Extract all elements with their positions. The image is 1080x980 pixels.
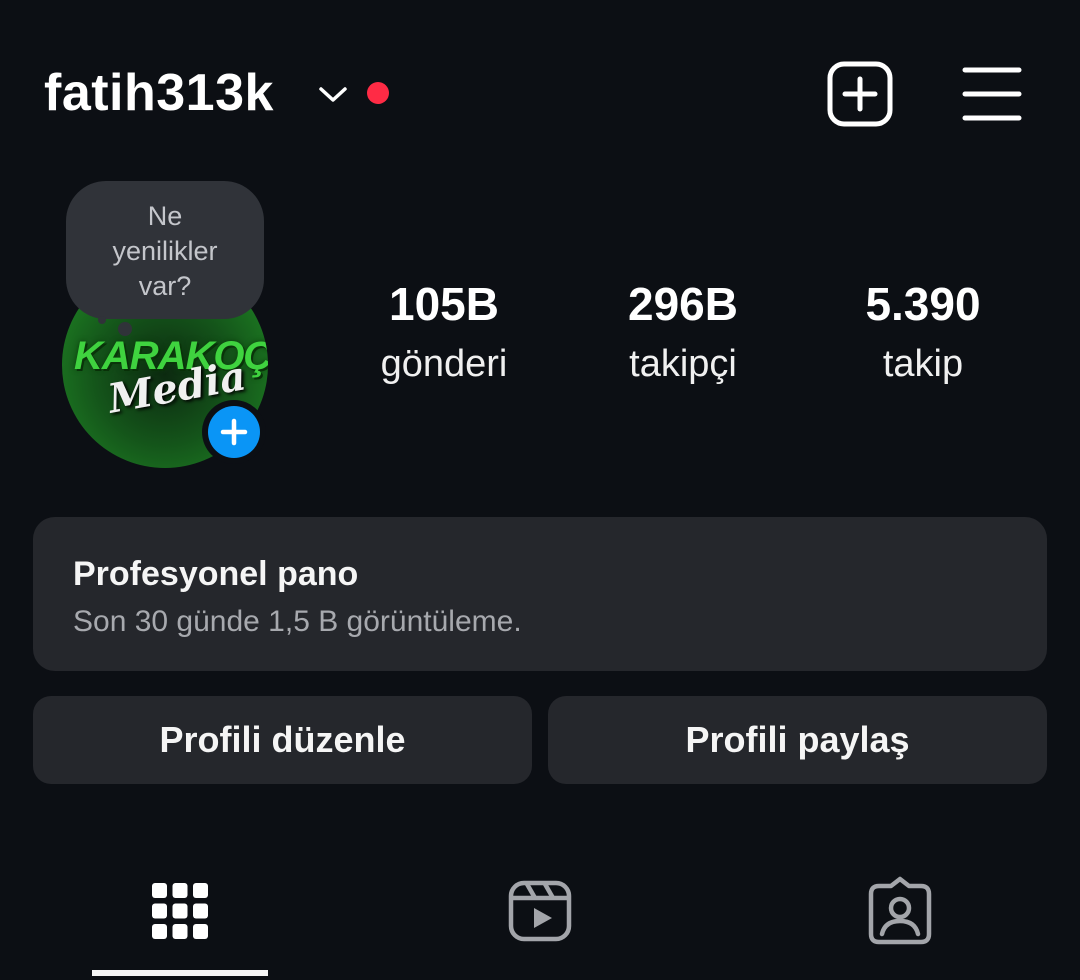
- add-story-button[interactable]: [202, 400, 266, 464]
- stat-posts[interactable]: 105B gönderi: [344, 278, 544, 388]
- stat-posts-count: 105B: [389, 278, 499, 330]
- stat-followers-count: 296B: [628, 278, 738, 330]
- notification-dot: [367, 82, 389, 104]
- note-tail-dot: [118, 322, 132, 336]
- menu-icon[interactable]: [960, 62, 1024, 126]
- dashboard-title: Profesyonel pano: [73, 555, 359, 593]
- chevron-down-icon[interactable]: [316, 80, 350, 108]
- note-bubble[interactable]: Ne yenilikler var?: [66, 181, 264, 319]
- dashboard-subtitle: Son 30 günde 1,5 B görüntüleme.: [73, 605, 522, 638]
- username[interactable]: fatih313k: [44, 58, 274, 128]
- new-post-icon[interactable]: [826, 60, 894, 128]
- stat-posts-label: gönderi: [380, 343, 508, 385]
- professional-dashboard-card[interactable]: Profesyonel pano Son 30 günde 1,5 B görü…: [33, 517, 1047, 671]
- profile-screen: fatih313k KARAKOÇ Media Ne yenilikler va…: [0, 0, 1080, 980]
- stat-following[interactable]: 5.390 takip: [823, 278, 1023, 388]
- stat-followers-label: takipçi: [629, 343, 737, 385]
- stat-following-label: takip: [882, 343, 964, 385]
- note-tail-dot-small: [98, 316, 106, 324]
- note-line-3: var?: [138, 271, 192, 301]
- tagged-icon[interactable]: [865, 876, 935, 946]
- note-line-2: yenilikler: [112, 236, 218, 266]
- stat-following-count: 5.390: [865, 278, 981, 330]
- reels-icon[interactable]: [505, 876, 575, 946]
- plus-icon: [220, 418, 248, 446]
- share-profile-button[interactable]: Profili paylaş: [548, 696, 1047, 784]
- grid-icon[interactable]: [145, 876, 215, 946]
- edit-profile-button[interactable]: Profili düzenle: [33, 696, 532, 784]
- active-tab-indicator: [92, 970, 268, 976]
- stat-followers[interactable]: 296B takipçi: [583, 278, 783, 388]
- note-line-1: Ne: [147, 201, 183, 231]
